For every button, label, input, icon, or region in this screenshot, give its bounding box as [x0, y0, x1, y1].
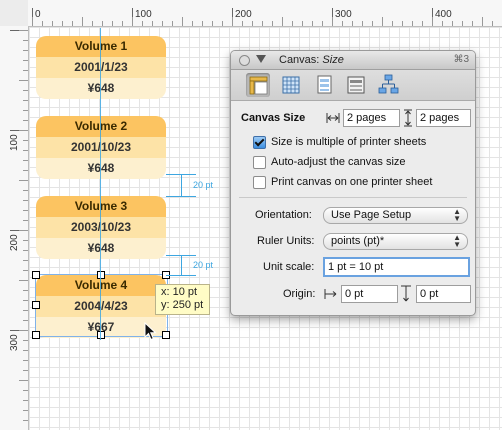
ruler-label-v300: 300: [9, 334, 20, 351]
mouse-pointer-icon: [144, 322, 157, 341]
canvas-size-heading: Canvas Size: [241, 112, 306, 124]
resize-handle-bottom-right[interactable]: [162, 331, 170, 339]
resize-handle-top-left[interactable]: [32, 271, 40, 279]
popup-arrows-icon: ▲ ▼: [453, 207, 461, 223]
horizontal-ruler-ticks: [32, 8, 493, 26]
volume-card-2[interactable]: Volume 2 2001/10/23 ¥648: [36, 116, 166, 179]
card-price: ¥648: [36, 238, 166, 259]
resize-handle-bottom[interactable]: [97, 331, 105, 339]
origin-x-icon: [324, 289, 337, 299]
spacing-guide-vertical-1: [181, 175, 182, 196]
print-one-sheet-label: Print canvas on one printer sheet: [271, 176, 433, 188]
diagram-layout-icon: [378, 74, 399, 94]
orientation-value: Use Page Setup: [331, 209, 412, 221]
card-price: ¥648: [36, 158, 166, 179]
spacing-guide-vertical-2: [181, 256, 182, 275]
origin-y-field[interactable]: 0 pt: [416, 285, 471, 303]
separator: [239, 197, 467, 198]
tooltip-x: x: 10 pt: [161, 286, 198, 298]
grid-icon: [282, 76, 300, 94]
spacing-guide-bottom-2: [166, 275, 196, 276]
card-title: Volume 2: [36, 116, 166, 137]
inspector-titlebar[interactable]: Canvas: Size ⌘3: [231, 51, 475, 70]
resize-handle-bottom-left[interactable]: [32, 331, 40, 339]
popup-arrows-icon: ▲ ▼: [453, 233, 461, 249]
graphic-editor-window: 0 100 200 300 400 100 200 300 Volume 1 2…: [0, 0, 502, 430]
width-arrow-icon: [326, 113, 340, 123]
close-icon[interactable]: [239, 55, 250, 66]
print-one-sheet-checkbox[interactable]: [253, 176, 266, 189]
layout-icon: [347, 76, 365, 94]
ruler-label-v100: 100: [9, 134, 20, 151]
horizontal-ruler[interactable]: 0 100 200 300 400: [28, 0, 502, 27]
orientation-popup[interactable]: Use Page Setup ▲ ▼: [323, 207, 468, 224]
resize-handle-top[interactable]: [97, 271, 105, 279]
title-prefix: Canvas:: [279, 54, 323, 66]
center-alignment-guide: [100, 28, 101, 340]
height-arrow-icon: [404, 109, 412, 127]
vertical-ruler-ticks: [10, 30, 28, 421]
card-date: 2001/1/23: [36, 57, 166, 78]
card-date: 2003/10/23: [36, 217, 166, 238]
ruler-label-300: 300: [335, 9, 352, 20]
card-title: Volume 1: [36, 36, 166, 57]
spacing-label-2: 20 pt: [193, 260, 214, 270]
orientation-label: Orientation:: [255, 209, 312, 221]
origin-x-field[interactable]: 0 pt: [341, 285, 398, 303]
spacing-guide-bottom-1: [166, 196, 196, 197]
canvas-height-field[interactable]: 2 pages: [416, 109, 471, 127]
grid-tab[interactable]: [279, 73, 303, 97]
origin-label: Origin:: [283, 288, 316, 300]
ruler-corner[interactable]: [0, 0, 29, 27]
collapse-triangle-icon[interactable]: [256, 55, 266, 63]
auto-adjust-label: Auto-adjust the canvas size: [271, 156, 406, 168]
layout-tab[interactable]: [344, 73, 368, 97]
inspector-toolbar: [231, 70, 475, 101]
canvas-width-field[interactable]: 2 pages: [343, 109, 400, 127]
card-date: 2001/10/23: [36, 137, 166, 158]
canvas-layers-tab[interactable]: [312, 73, 336, 97]
ruler-units-popup[interactable]: points (pt)* ▲ ▼: [323, 233, 468, 250]
ruler-units-label: Ruler Units:: [257, 235, 315, 247]
unit-scale-label: Unit scale:: [263, 261, 315, 273]
ruler-label-100: 100: [135, 9, 152, 20]
canvas-size-icon: [249, 76, 268, 95]
card-price: ¥648: [36, 78, 166, 99]
canvas-layers-icon: [317, 75, 332, 94]
tooltip-y: y: 250 pt: [161, 299, 204, 311]
title-suffix: Size: [322, 54, 344, 66]
ruler-label-400: 400: [435, 9, 452, 20]
volume-card-1[interactable]: Volume 1 2001/1/23 ¥648: [36, 36, 166, 99]
diagram-layout-tab[interactable]: [376, 73, 400, 97]
origin-y-icon: [401, 285, 411, 302]
auto-adjust-checkbox[interactable]: [253, 156, 266, 169]
ruler-label-0: 0: [35, 9, 41, 20]
ruler-label-v200: 200: [9, 234, 20, 251]
ruler-units-value: points (pt)*: [331, 235, 385, 247]
card-title: Volume 3: [36, 196, 166, 217]
unit-scale-field[interactable]: 1 pt = 10 pt: [323, 257, 470, 277]
ruler-label-200: 200: [235, 9, 252, 20]
size-multiple-label: Size is multiple of printer sheets: [271, 136, 427, 148]
canvas-size-tab[interactable]: [246, 73, 270, 97]
size-multiple-checkbox[interactable]: [253, 136, 266, 149]
keyboard-shortcut: ⌘3: [453, 54, 469, 65]
position-tooltip: x: 10 pt y: 250 pt: [155, 284, 211, 315]
inspector-title: Canvas: Size: [279, 54, 344, 66]
resize-handle-left[interactable]: [32, 301, 40, 309]
volume-card-3[interactable]: Volume 3 2003/10/23 ¥648: [36, 196, 166, 259]
vertical-ruler[interactable]: 100 200 300: [0, 26, 29, 430]
canvas-size-inspector[interactable]: Canvas: Size ⌘3 Canvas Size 2 pages 2 pa…: [230, 50, 476, 316]
spacing-label-1: 20 pt: [193, 180, 214, 190]
